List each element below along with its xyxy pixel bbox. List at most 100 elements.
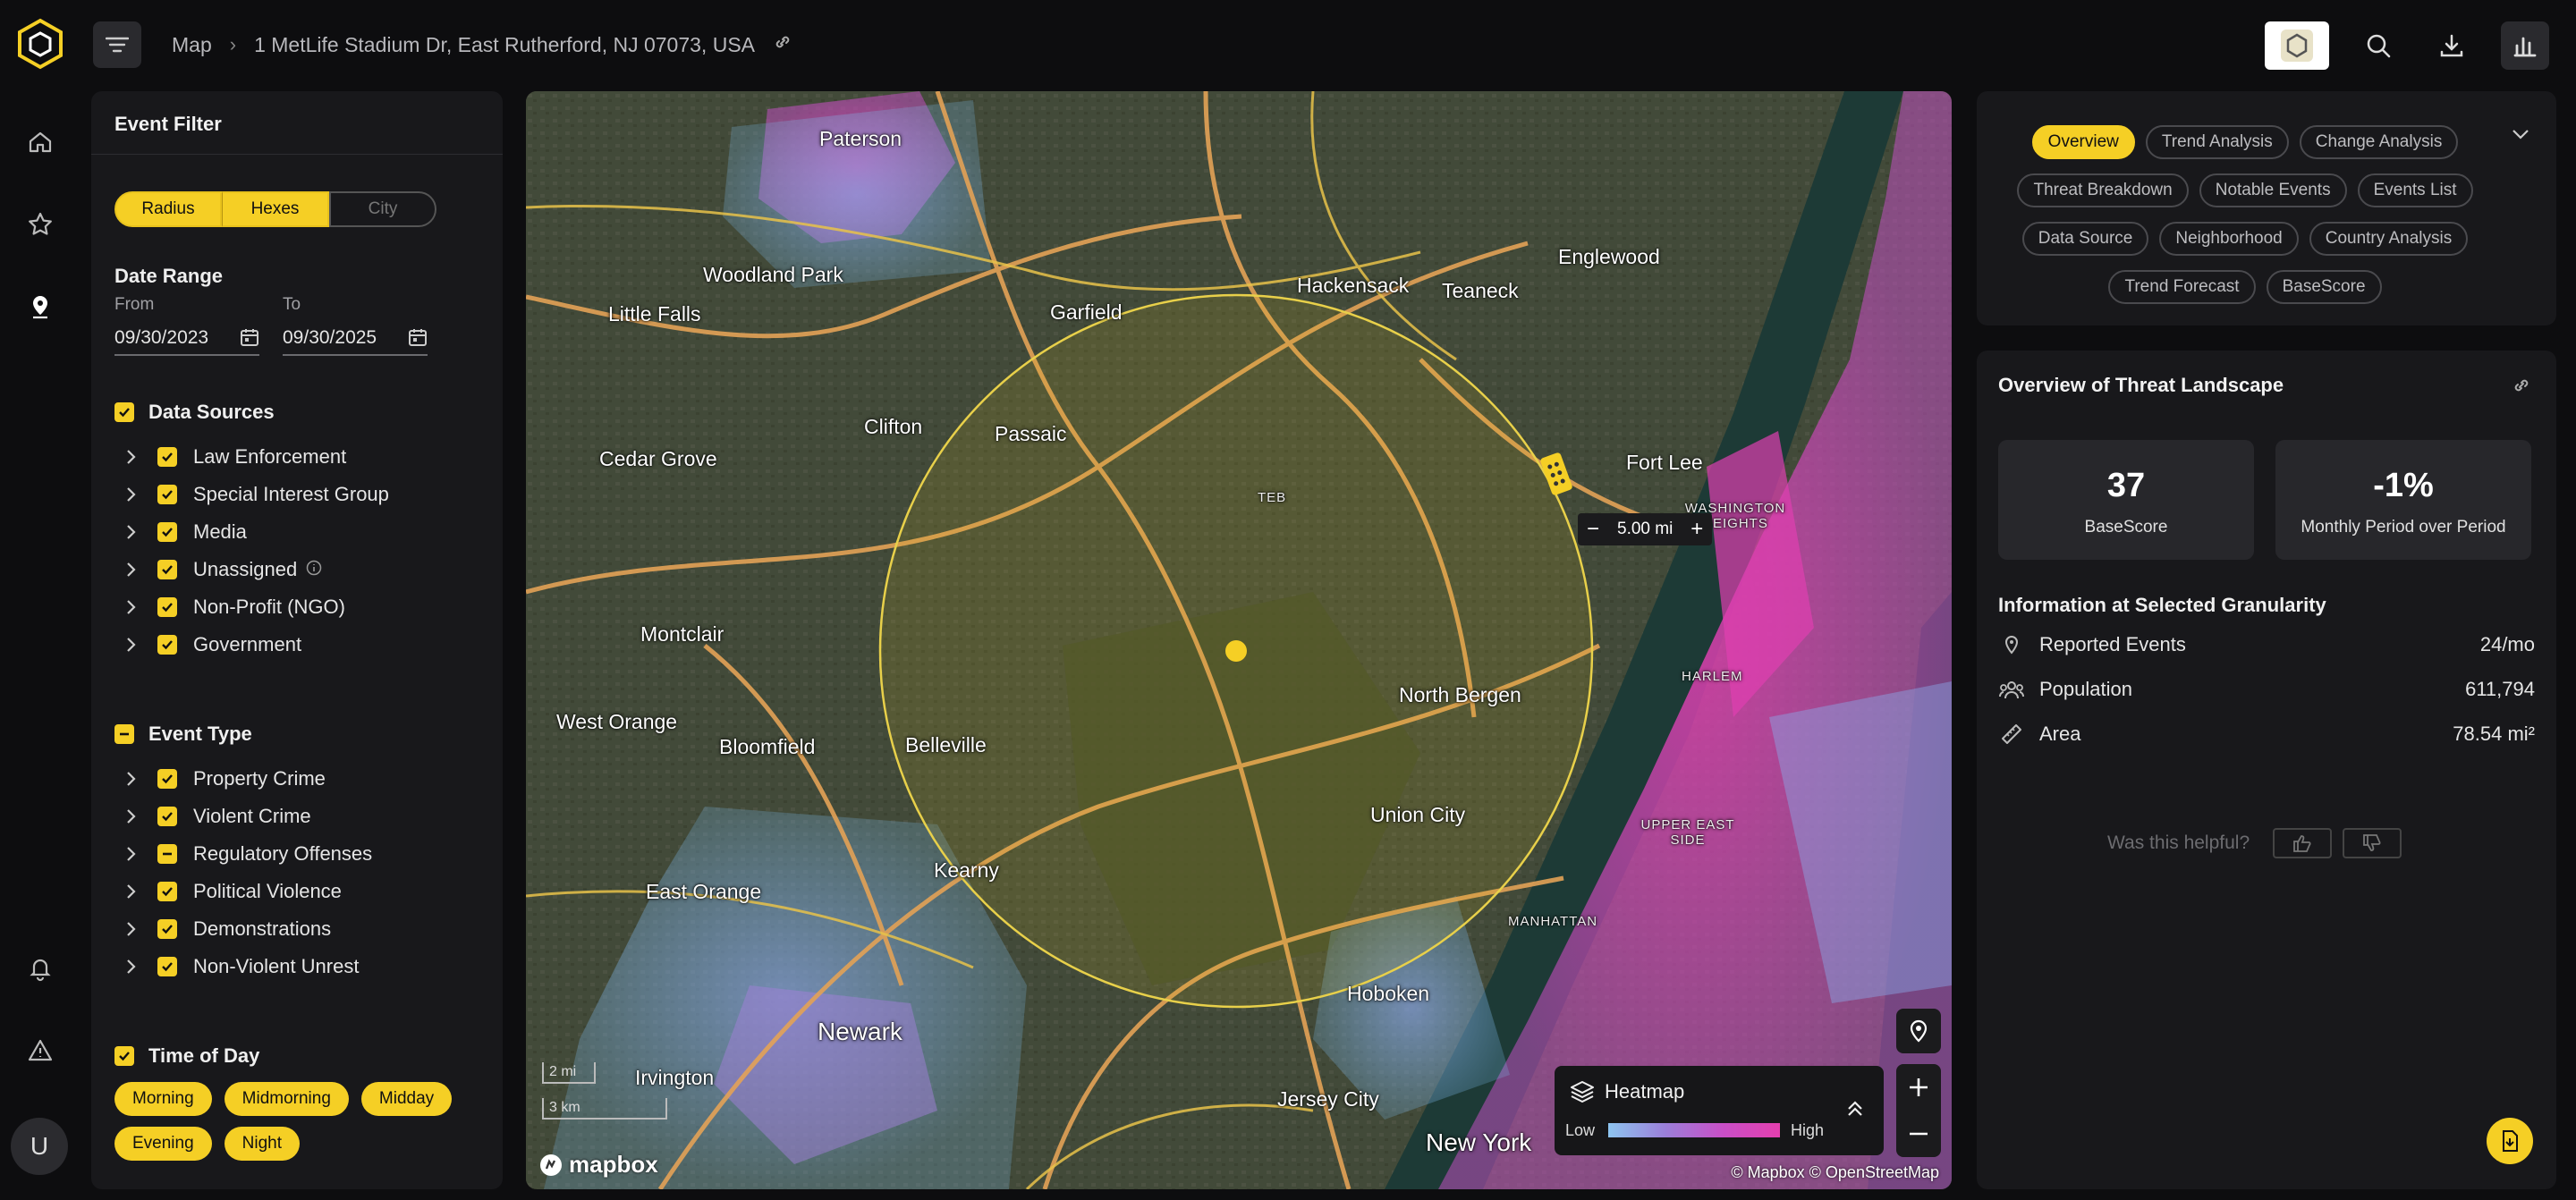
mode-radius-button[interactable]: Radius bbox=[114, 191, 222, 227]
from-date-input[interactable]: 09/30/2023 bbox=[114, 322, 259, 356]
source-label: Media bbox=[193, 520, 247, 543]
tab-country-analysis[interactable]: Country Analysis bbox=[2309, 222, 2469, 256]
time-of-day-section[interactable]: Time of Day bbox=[114, 1044, 259, 1068]
tab-threat-breakdown[interactable]: Threat Breakdown bbox=[2017, 173, 2189, 207]
nav-alerts[interactable] bbox=[20, 1030, 61, 1071]
checkbox-indeterminate-icon[interactable] bbox=[114, 724, 134, 744]
tab-events-list[interactable]: Events List bbox=[2357, 173, 2473, 207]
event-filter-panel: Event Filter Radius Hexes City Date Rang… bbox=[91, 91, 503, 1189]
chevron-right-icon: › bbox=[229, 33, 237, 55]
calendar-icon[interactable] bbox=[408, 327, 428, 352]
event-item-political-violence[interactable]: Political Violence bbox=[120, 880, 342, 903]
link-icon[interactable] bbox=[773, 32, 792, 57]
checkbox-checked-icon[interactable] bbox=[114, 1046, 134, 1066]
source-item-special-interest-group[interactable]: Special Interest Group bbox=[120, 483, 389, 506]
tab-trend-forecast[interactable]: Trend Forecast bbox=[2108, 270, 2256, 304]
radius-increase-button[interactable]: + bbox=[1682, 517, 1712, 542]
source-label: Special Interest Group bbox=[193, 483, 389, 505]
tab-basescore[interactable]: BaseScore bbox=[2266, 270, 2382, 304]
chevron-right-icon[interactable] bbox=[120, 486, 143, 503]
chevron-down-icon[interactable] bbox=[2510, 123, 2531, 149]
basemap-thumbnail-button[interactable] bbox=[2265, 21, 2329, 70]
place-label: West Orange bbox=[556, 710, 678, 733]
checkbox-checked-icon[interactable] bbox=[157, 957, 177, 976]
chevron-right-icon[interactable] bbox=[120, 921, 143, 937]
source-item-law-enforcement[interactable]: Law Enforcement bbox=[120, 445, 346, 469]
mode-city-button[interactable]: City bbox=[329, 191, 436, 227]
zoom-in-button[interactable] bbox=[1896, 1064, 1941, 1111]
event-item-demonstrations[interactable]: Demonstrations bbox=[120, 917, 331, 941]
source-item-media[interactable]: Media bbox=[120, 520, 247, 544]
tab-change-analysis[interactable]: Change Analysis bbox=[2299, 125, 2459, 159]
filter-toggle-button[interactable] bbox=[93, 21, 141, 68]
checkbox-checked-icon[interactable] bbox=[157, 635, 177, 655]
data-sources-section[interactable]: Data Sources bbox=[114, 401, 275, 424]
export-report-button[interactable] bbox=[2487, 1118, 2533, 1164]
tab-neighborhood[interactable]: Neighborhood bbox=[2159, 222, 2299, 256]
chip-morning[interactable]: Morning bbox=[114, 1082, 212, 1116]
checkbox-checked-icon[interactable] bbox=[157, 919, 177, 939]
chevron-right-icon[interactable] bbox=[120, 449, 143, 465]
calendar-icon[interactable] bbox=[240, 327, 259, 352]
chevron-right-icon[interactable] bbox=[120, 808, 143, 824]
checkbox-checked-icon[interactable] bbox=[157, 560, 177, 579]
nav-map[interactable] bbox=[20, 286, 61, 327]
chip-midmorning[interactable]: Midmorning bbox=[224, 1082, 349, 1116]
nav-notifications[interactable] bbox=[20, 948, 61, 989]
checkbox-checked-icon[interactable] bbox=[114, 402, 134, 422]
event-item-property-crime[interactable]: Property Crime bbox=[120, 767, 326, 790]
event-item-regulatory-offenses[interactable]: Regulatory Offenses bbox=[120, 842, 372, 866]
zoom-out-button[interactable] bbox=[1896, 1111, 1941, 1157]
thumbs-down-button[interactable] bbox=[2343, 828, 2402, 858]
chip-evening[interactable]: Evening bbox=[114, 1127, 212, 1161]
nav-home[interactable] bbox=[20, 122, 61, 163]
source-item-unassigned[interactable]: Unassigned bbox=[120, 558, 322, 581]
event-item-non-violent-unrest[interactable]: Non-Violent Unrest bbox=[120, 955, 359, 978]
chevron-right-icon[interactable] bbox=[120, 637, 143, 653]
checkbox-checked-icon[interactable] bbox=[157, 522, 177, 542]
checkbox-checked-icon[interactable] bbox=[157, 447, 177, 467]
search-button[interactable] bbox=[2354, 21, 2402, 70]
chevron-right-icon[interactable] bbox=[120, 562, 143, 578]
tab-data-source[interactable]: Data Source bbox=[2021, 222, 2149, 256]
checkbox-checked-icon[interactable] bbox=[157, 882, 177, 901]
info-icon[interactable] bbox=[306, 558, 322, 581]
checkbox-checked-icon[interactable] bbox=[157, 807, 177, 826]
to-label: To bbox=[283, 295, 301, 314]
nav-favorites[interactable] bbox=[20, 204, 61, 245]
chevron-right-icon[interactable] bbox=[120, 599, 143, 615]
thumbs-up-button[interactable] bbox=[2273, 828, 2333, 858]
breadcrumb-map-link[interactable]: Map bbox=[172, 33, 212, 57]
chevron-right-icon[interactable] bbox=[120, 771, 143, 787]
radius-decrease-button[interactable]: − bbox=[1578, 517, 1608, 542]
checkbox-checked-icon[interactable] bbox=[157, 769, 177, 789]
mode-hexes-button[interactable]: Hexes bbox=[222, 191, 329, 227]
map-attribution[interactable]: © Mapbox © OpenStreetMap bbox=[1731, 1163, 1939, 1182]
chevron-right-icon[interactable] bbox=[120, 883, 143, 900]
chip-night[interactable]: Night bbox=[224, 1127, 301, 1161]
checkbox-checked-icon[interactable] bbox=[157, 597, 177, 617]
checkbox-indeterminate-icon[interactable] bbox=[157, 844, 177, 864]
analytics-panel-button[interactable] bbox=[2501, 21, 2549, 70]
source-item-non-profit[interactable]: Non-Profit (NGO) bbox=[120, 596, 345, 619]
checkbox-checked-icon[interactable] bbox=[157, 485, 177, 504]
download-button[interactable] bbox=[2428, 21, 2476, 70]
chevron-right-icon[interactable] bbox=[120, 846, 143, 862]
chevron-right-icon[interactable] bbox=[120, 959, 143, 975]
to-date-input[interactable]: 09/30/2025 bbox=[283, 322, 428, 356]
tab-notable-events[interactable]: Notable Events bbox=[2199, 173, 2347, 207]
event-item-violent-crime[interactable]: Violent Crime bbox=[120, 805, 311, 828]
basescore-card: 37 BaseScore bbox=[1998, 440, 2254, 560]
user-avatar[interactable]: U bbox=[11, 1118, 68, 1175]
map-view[interactable]: Paterson Woodland Park Little Falls Garf… bbox=[526, 91, 1952, 1189]
chevron-up-double-icon[interactable] bbox=[1844, 1098, 1866, 1124]
tab-overview[interactable]: Overview bbox=[2031, 125, 2135, 159]
event-type-section[interactable]: Event Type bbox=[114, 723, 252, 746]
chip-midday[interactable]: Midday bbox=[360, 1082, 453, 1116]
tab-trend-analysis[interactable]: Trend Analysis bbox=[2145, 125, 2289, 159]
app-logo-icon[interactable] bbox=[14, 18, 66, 70]
link-icon[interactable] bbox=[2512, 376, 2531, 400]
locate-button[interactable] bbox=[1896, 1009, 1941, 1053]
source-item-government[interactable]: Government bbox=[120, 633, 301, 656]
chevron-right-icon[interactable] bbox=[120, 524, 143, 540]
